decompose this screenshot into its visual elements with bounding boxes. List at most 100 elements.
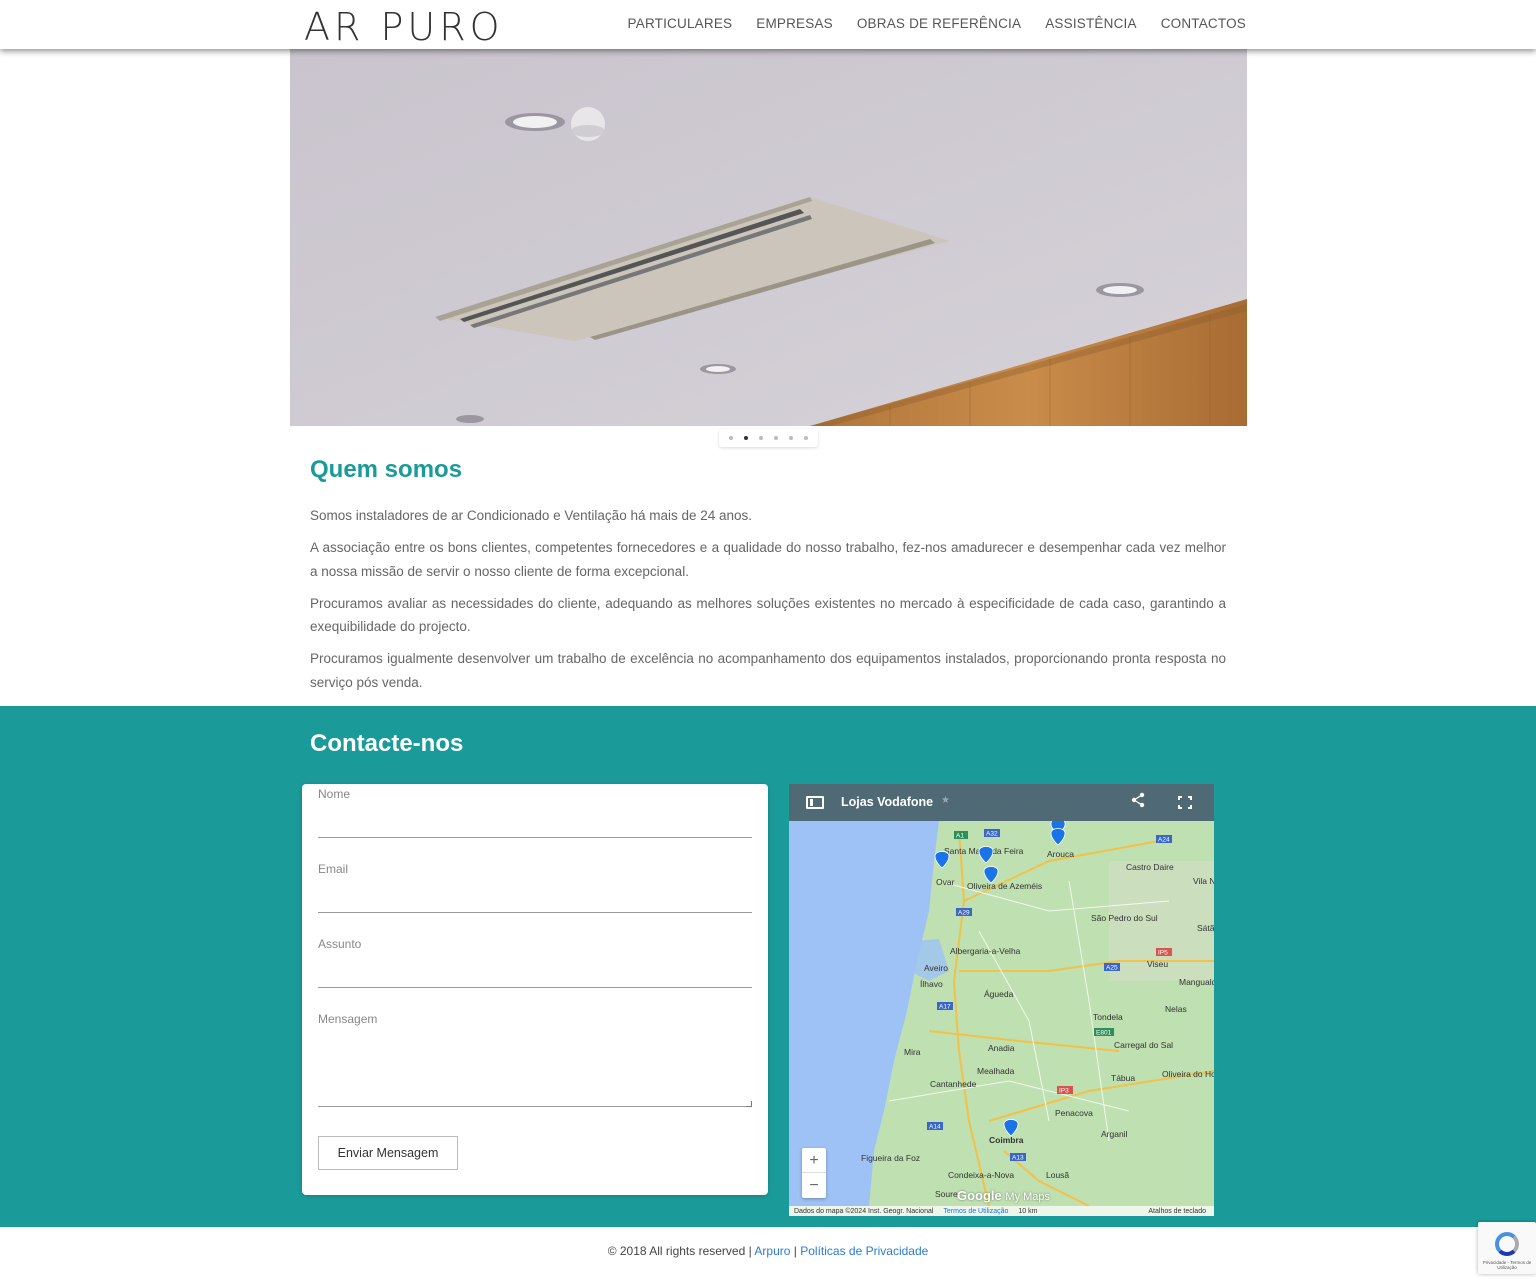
map-label: Arganil: [1101, 1129, 1128, 1139]
map-label: Condeixa-a-Nova: [948, 1170, 1014, 1180]
subject-field[interactable]: Assunto: [318, 937, 752, 989]
map-label: Ovar: [936, 877, 955, 887]
send-message-button[interactable]: Enviar Mensagem: [318, 1136, 458, 1170]
slider-dot[interactable]: [804, 436, 809, 440]
message-underline: [318, 1106, 752, 1107]
zoom-out-button[interactable]: −: [802, 1173, 826, 1198]
footer-link-arpuro[interactable]: Arpuro: [754, 1244, 790, 1258]
about-paragraph: Procuramos igualmente desenvolver um tra…: [310, 651, 1226, 690]
slider-dots: [719, 429, 818, 447]
map-label: Viseu: [1147, 959, 1168, 969]
google-brand: Google: [957, 1188, 1002, 1203]
nav-item-obras[interactable]: OBRAS DE REFERÊNCIA: [857, 16, 1021, 31]
map-label: Vila Nova de Paiva: [1193, 876, 1214, 886]
map-label: Castro Daire: [1126, 862, 1174, 872]
hero-slider[interactable]: [290, 49, 1247, 426]
map-label: Aveiro: [924, 963, 948, 973]
map-scale: 10 km: [1018, 1207, 1038, 1215]
map-toolbar: Lojas Vodafone ★: [789, 784, 1214, 821]
embedded-map[interactable]: Santa Maria da Feira Arouca Ovar Oliveir…: [789, 784, 1214, 1216]
message-field[interactable]: Mensagem: [318, 1012, 752, 1108]
hero-slide-image: [290, 49, 1247, 426]
map-label: Albergaria-a-Velha: [950, 946, 1021, 956]
contact-section: Contacte-nos Nome Email Assunto Mensagem…: [0, 706, 1536, 1227]
recaptcha-badge[interactable]: Privacidade - Termos de Utilização: [1478, 1222, 1536, 1274]
map-attribution-bar: Dados do mapa ©2024 Inst. Geogr. Naciona…: [789, 1206, 1214, 1216]
textarea-resize-handle[interactable]: [746, 1101, 752, 1107]
message-label: Mensagem: [318, 1012, 378, 1026]
svg-text:IP5: IP5: [1158, 950, 1168, 957]
map-label: São Pedro do Sul: [1091, 913, 1158, 923]
nav-item-empresas[interactable]: EMPRESAS: [756, 16, 833, 31]
main-nav: PARTICULARES EMPRESAS OBRAS DE REFERÊNCI…: [628, 16, 1246, 31]
map-zoom-controls: + −: [802, 1148, 826, 1198]
svg-text:IP3: IP3: [1059, 1088, 1069, 1095]
about-section: Quem somos Somos instaladores de ar Cond…: [310, 456, 1226, 703]
about-title: Quem somos: [310, 456, 463, 483]
map-label: Cantanhede: [930, 1079, 977, 1089]
map-terms-link[interactable]: Termos de Utilização: [943, 1208, 1008, 1215]
map-label: Mealhada: [977, 1066, 1015, 1076]
footer-separator: |: [793, 1244, 797, 1258]
about-paragraph: Procuramos avaliar as necessidades do cl…: [310, 595, 1226, 635]
email-field[interactable]: Email: [318, 862, 752, 914]
google-brand-sub: My Maps: [1005, 1191, 1051, 1203]
name-field[interactable]: Nome: [318, 787, 752, 839]
map-label: Carregal do Sal: [1114, 1040, 1173, 1050]
svg-text:A13: A13: [1012, 1155, 1024, 1162]
site-logo[interactable]: AR PURO: [304, 7, 504, 47]
site-footer: © 2018 All rights reserved | Arpuro | Po…: [0, 1227, 1536, 1283]
map-label: Lousã: [1046, 1170, 1069, 1180]
map-label: Mira: [904, 1047, 921, 1057]
email-label: Email: [318, 862, 349, 876]
about-paragraph: Somos instaladores de ar Condicionado e …: [310, 508, 753, 523]
map-label: Coimbra: [989, 1135, 1024, 1145]
map-attribution: Dados do mapa ©2024 Inst. Geogr. Naciona…: [794, 1207, 934, 1215]
zoom-in-button[interactable]: +: [802, 1148, 826, 1173]
svg-text:A14: A14: [929, 1124, 941, 1131]
map-label: Oliveira do Hospital: [1162, 1069, 1214, 1079]
map-canvas[interactable]: Santa Maria da Feira Arouca Ovar Oliveir…: [789, 821, 1214, 1206]
map-label: Tábua: [1111, 1073, 1135, 1083]
map-label: Figueira da Foz: [861, 1153, 920, 1163]
map-label: Tondela: [1093, 1012, 1123, 1022]
footer-text: © 2018 All rights reserved | Arpuro | Po…: [0, 1244, 1536, 1258]
name-underline: [318, 837, 752, 838]
nav-item-assistencia[interactable]: ASSISTÊNCIA: [1045, 16, 1136, 31]
slider-dot[interactable]: [774, 436, 779, 440]
svg-text:A1: A1: [956, 833, 964, 840]
fullscreen-icon[interactable]: [1178, 796, 1192, 809]
share-icon[interactable]: [1130, 792, 1146, 812]
email-underline: [318, 912, 752, 913]
nav-item-contactos[interactable]: CONTACTOS: [1161, 16, 1246, 31]
nav-item-particulares[interactable]: PARTICULARES: [628, 16, 733, 31]
subject-label: Assunto: [318, 937, 362, 951]
map-label: Ílhavo: [920, 979, 943, 989]
map-label: Oliveira de Azeméis: [967, 881, 1042, 891]
site-header: AR PURO PARTICULARES EMPRESAS OBRAS DE R…: [0, 0, 1536, 49]
map-title[interactable]: Lojas Vodafone: [841, 795, 933, 809]
name-label: Nome: [318, 787, 351, 801]
slider-dot[interactable]: [758, 436, 763, 440]
svg-text:A25: A25: [1106, 965, 1118, 972]
map-label: Sátão: [1197, 923, 1214, 933]
map-label: Mangualde: [1179, 977, 1214, 987]
svg-text:A17: A17: [939, 1004, 951, 1011]
slider-dot[interactable]: [789, 436, 794, 440]
map-label: Águeda: [984, 989, 1014, 999]
map-shortcuts-link[interactable]: Atalhos de teclado: [1148, 1208, 1214, 1215]
subject-underline: [318, 987, 752, 988]
contact-form: Nome Email Assunto Mensagem Enviar Mensa…: [302, 784, 768, 1195]
svg-text:A29: A29: [958, 910, 970, 917]
about-paragraph: A associação entre os bons clientes, com…: [310, 540, 1226, 579]
svg-text:A24: A24: [1158, 837, 1170, 844]
slider-dot[interactable]: [728, 436, 733, 440]
map-label: Arouca: [1047, 849, 1074, 859]
copyright-text: © 2018 All rights reserved |: [607, 1244, 752, 1258]
footer-link-privacy[interactable]: Políticas de Privacidade: [800, 1244, 928, 1258]
google-logo: Google My Maps: [957, 1188, 1050, 1203]
side-panel-icon[interactable]: [806, 796, 824, 809]
map-label: Nelas: [1165, 1004, 1187, 1014]
slider-dot-active[interactable]: [743, 436, 748, 440]
star-icon[interactable]: ★: [941, 795, 950, 806]
